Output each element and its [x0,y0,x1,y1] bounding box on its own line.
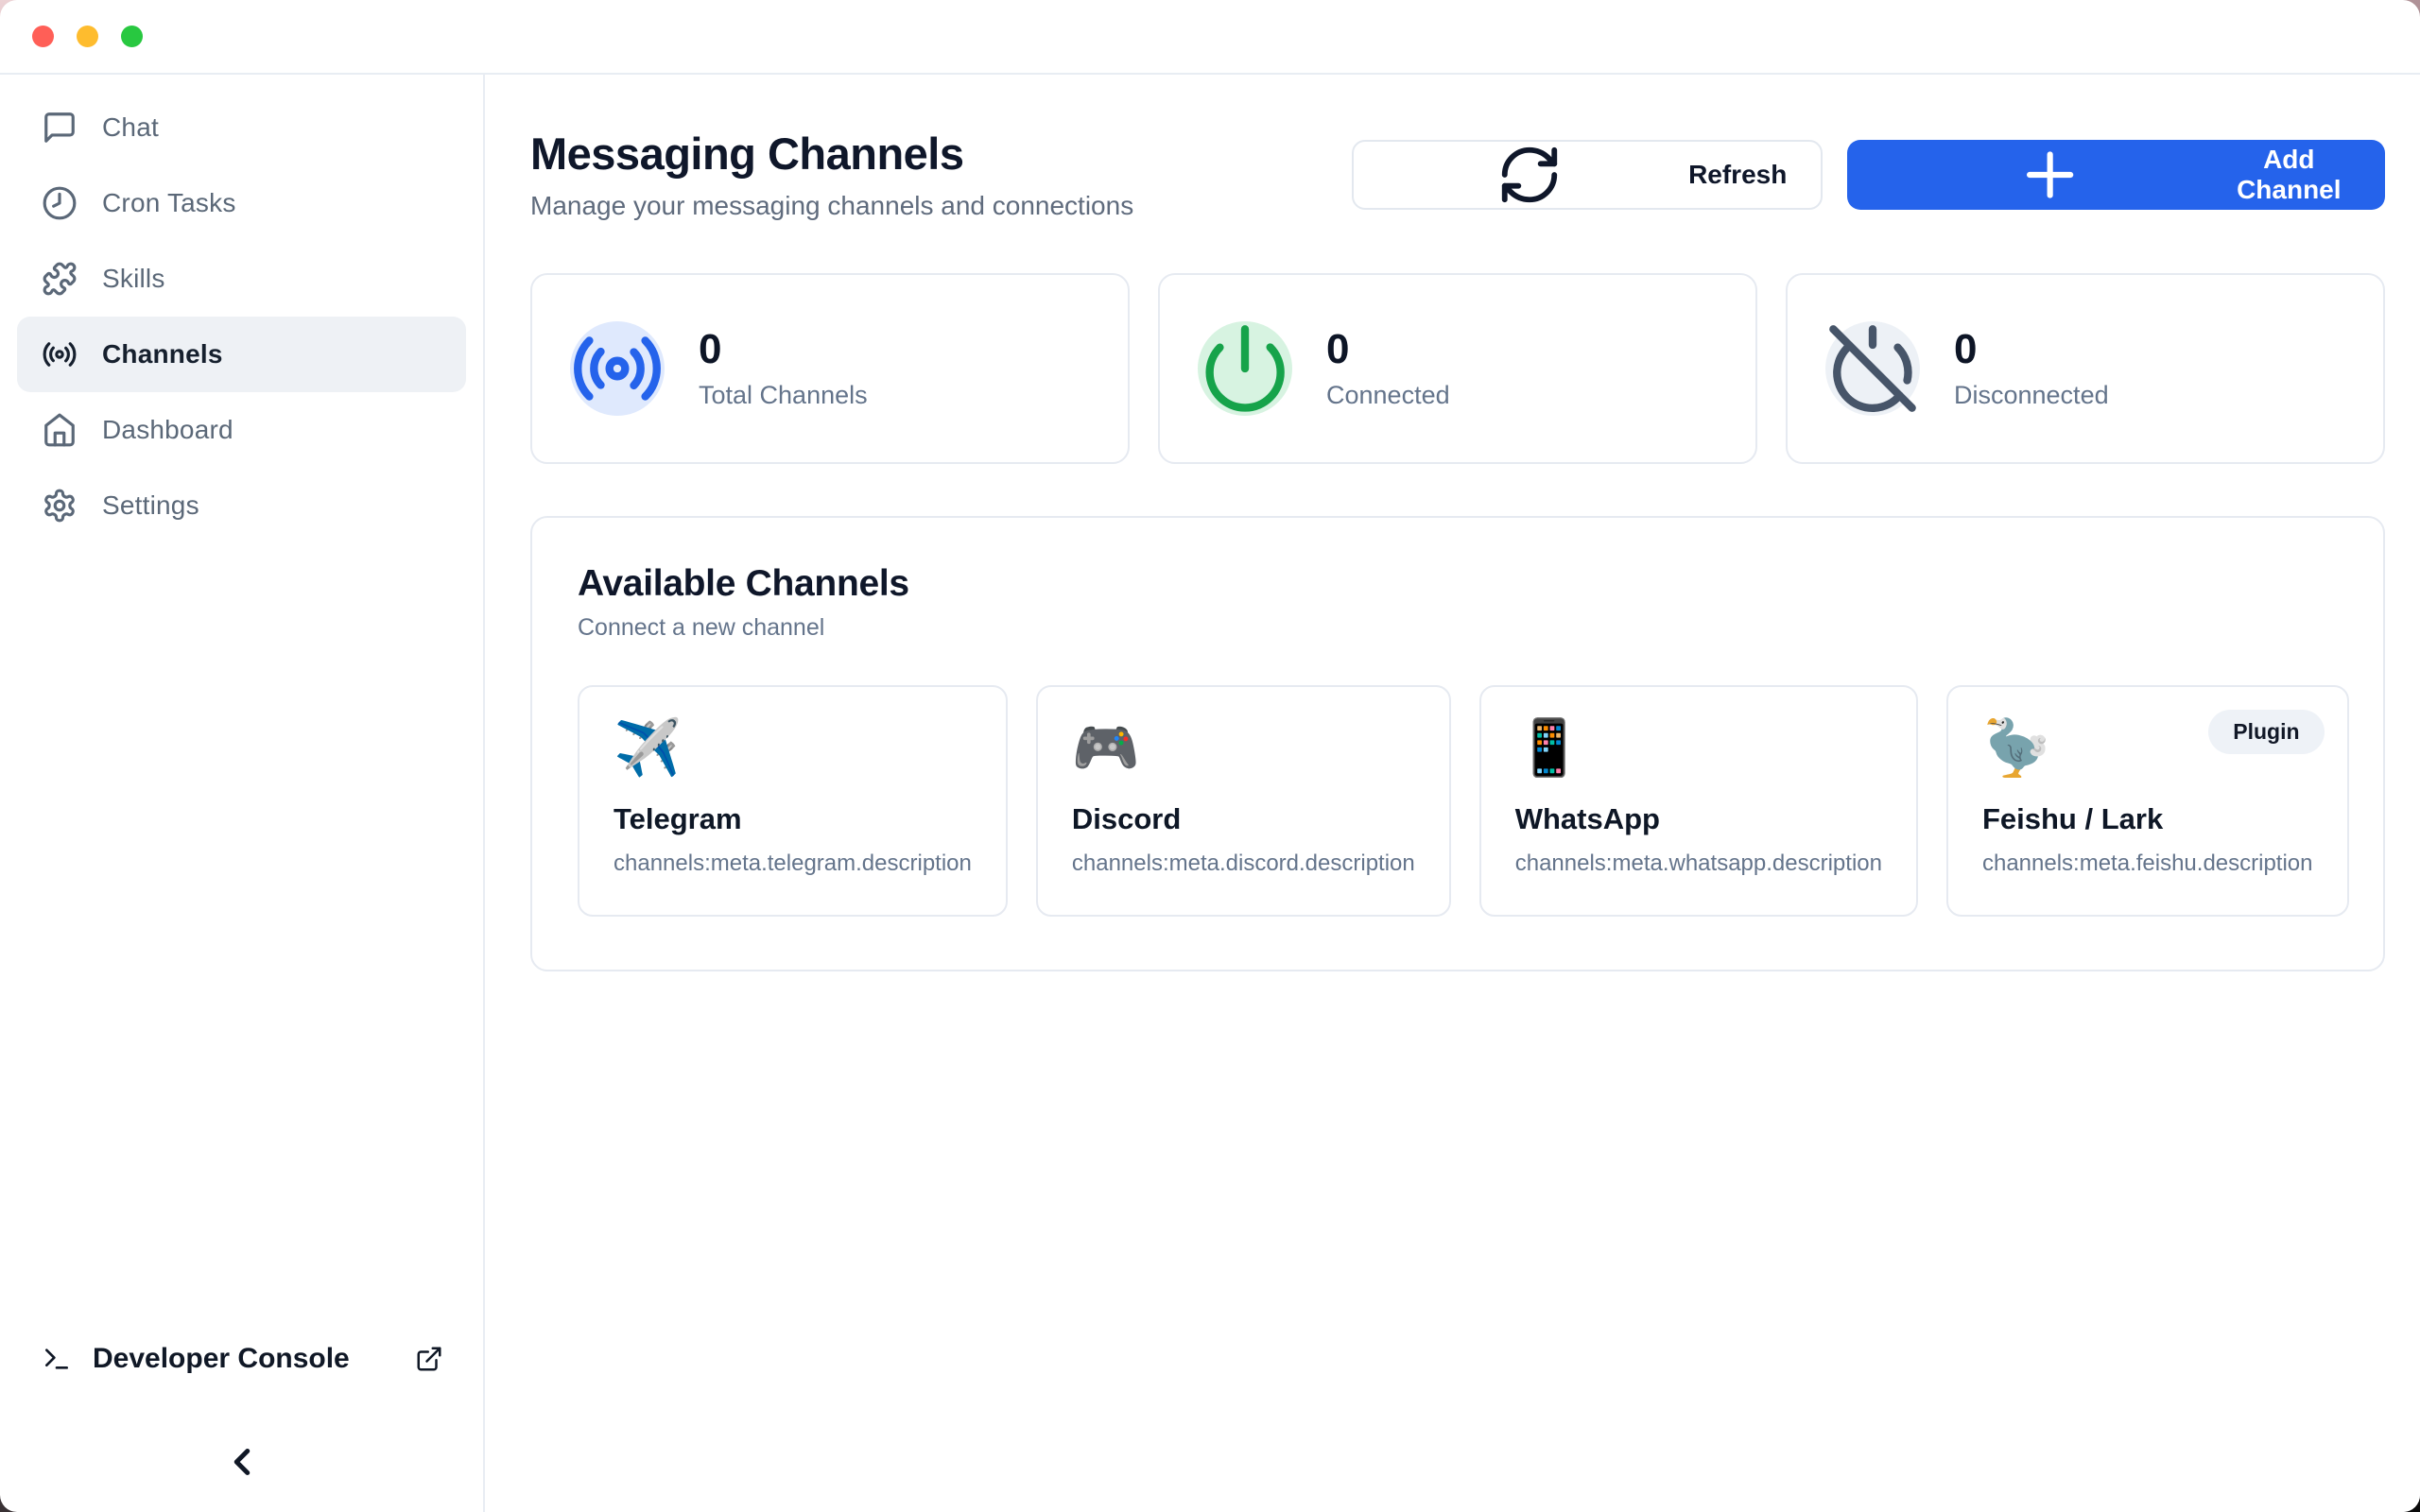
available-channels-subtitle: Connect a new channel [578,614,2338,642]
sidebar-item-label: Channels [102,339,223,369]
sidebar-item-label: Dashboard [102,415,233,445]
sidebar-item-label: Chat [102,112,159,143]
terminal-icon [42,1344,72,1374]
channel-card-whatsapp[interactable]: 📱 WhatsApp channels:meta.whatsapp.descri… [1479,685,1918,917]
sidebar-item-dashboard[interactable]: Dashboard [17,392,466,468]
sidebar-item-label: Settings [102,490,199,521]
discord-gamepad-emoji: 🎮 [1072,721,1140,776]
minimize-button[interactable] [77,26,98,47]
broadcast-icon [42,336,78,372]
sidebar-item-label: Cron Tasks [102,188,236,218]
channel-name: Discord [1072,802,1415,836]
stat-card-disconnected: 0 Disconnected [1786,273,2385,464]
header-actions: Refresh Add Channel [1352,140,2385,210]
sidebar-item-settings[interactable]: Settings [17,468,466,543]
sidebar-item-channels[interactable]: Channels [17,317,466,392]
sidebar-item-chat[interactable]: Chat [17,90,466,165]
external-link-icon [415,1345,443,1373]
channel-name: Telegram [614,802,972,836]
stat-label: Disconnected [1954,381,2109,410]
channel-card-telegram[interactable]: ✈️ Telegram channels:meta.telegram.descr… [578,685,1008,917]
channel-grid: ✈️ Telegram channels:meta.telegram.descr… [578,685,2338,917]
titlebar[interactable] [0,0,2420,75]
home-icon [42,412,78,448]
sidebar-footer: Developer Console [0,1331,483,1484]
stat-card-total-channels: 0 Total Channels [530,273,1130,464]
zoom-button[interactable] [121,26,143,47]
stat-value: 0 [1326,327,1450,372]
refresh-button[interactable]: Refresh [1352,140,1823,210]
gear-icon [42,488,78,524]
channel-name: Feishu / Lark [1982,802,2313,836]
page-subtitle: Manage your messaging channels and conne… [530,191,1133,221]
power-icon [1198,321,1292,416]
stat-card-connected: 0 Connected [1158,273,1757,464]
channel-description: channels:meta.discord.description [1072,850,1415,877]
clock-icon [42,185,78,221]
developer-console-label: Developer Console [93,1343,350,1375]
add-channel-button-label: Add Channel [2231,145,2347,205]
available-channels-title: Available Channels [578,563,2338,605]
channel-card-discord[interactable]: 🎮 Discord channels:meta.discord.descript… [1036,685,1451,917]
channel-description: channels:meta.telegram.description [614,850,972,877]
refresh-icon [1388,142,1671,208]
telegram-airplane-emoji: ✈️ [614,721,682,776]
sidebar-nav: Chat Cron Tasks Skills [0,90,483,543]
available-channels-panel: Available Channels Connect a new channel… [530,516,2385,971]
developer-console-link[interactable]: Developer Console [0,1331,483,1387]
feishu-bird-emoji: 🦤 [1982,721,2050,776]
page-title: Messaging Channels [530,128,1133,180]
puzzle-icon [42,261,78,297]
stat-value: 0 [1954,327,2109,372]
channel-card-feishu[interactable]: 🦤 Plugin Feishu / Lark channels:meta.fei… [1946,685,2349,917]
page-header: Messaging Channels Manage your messaging… [530,128,2385,221]
collapse-sidebar-button[interactable] [214,1440,270,1484]
plus-icon [1885,140,2215,210]
main-content: Messaging Channels Manage your messaging… [485,75,2420,1512]
refresh-button-label: Refresh [1688,160,1787,190]
plugin-badge: Plugin [2208,710,2324,754]
broadcast-icon [570,321,665,416]
channel-description: channels:meta.whatsapp.description [1515,850,1882,877]
power-off-icon [1825,321,1920,416]
app-window: Chat Cron Tasks Skills [0,0,2420,1512]
channel-description: channels:meta.feishu.description [1982,850,2313,877]
add-channel-button[interactable]: Add Channel [1847,140,2385,210]
channel-name: WhatsApp [1515,802,1882,836]
stats-row: 0 Total Channels 0 Connected [530,273,2385,464]
close-button[interactable] [32,26,54,47]
page-header-text: Messaging Channels Manage your messaging… [530,128,1133,221]
stat-label: Total Channels [699,381,868,410]
sidebar: Chat Cron Tasks Skills [0,75,485,1512]
chat-icon [42,110,78,146]
sidebar-item-label: Skills [102,264,165,294]
sidebar-item-cron-tasks[interactable]: Cron Tasks [17,165,466,241]
chevron-left-icon [214,1440,270,1484]
stat-label: Connected [1326,381,1450,410]
stat-value: 0 [699,327,868,372]
sidebar-item-skills[interactable]: Skills [17,241,466,317]
whatsapp-phone-emoji: 📱 [1515,721,1583,776]
